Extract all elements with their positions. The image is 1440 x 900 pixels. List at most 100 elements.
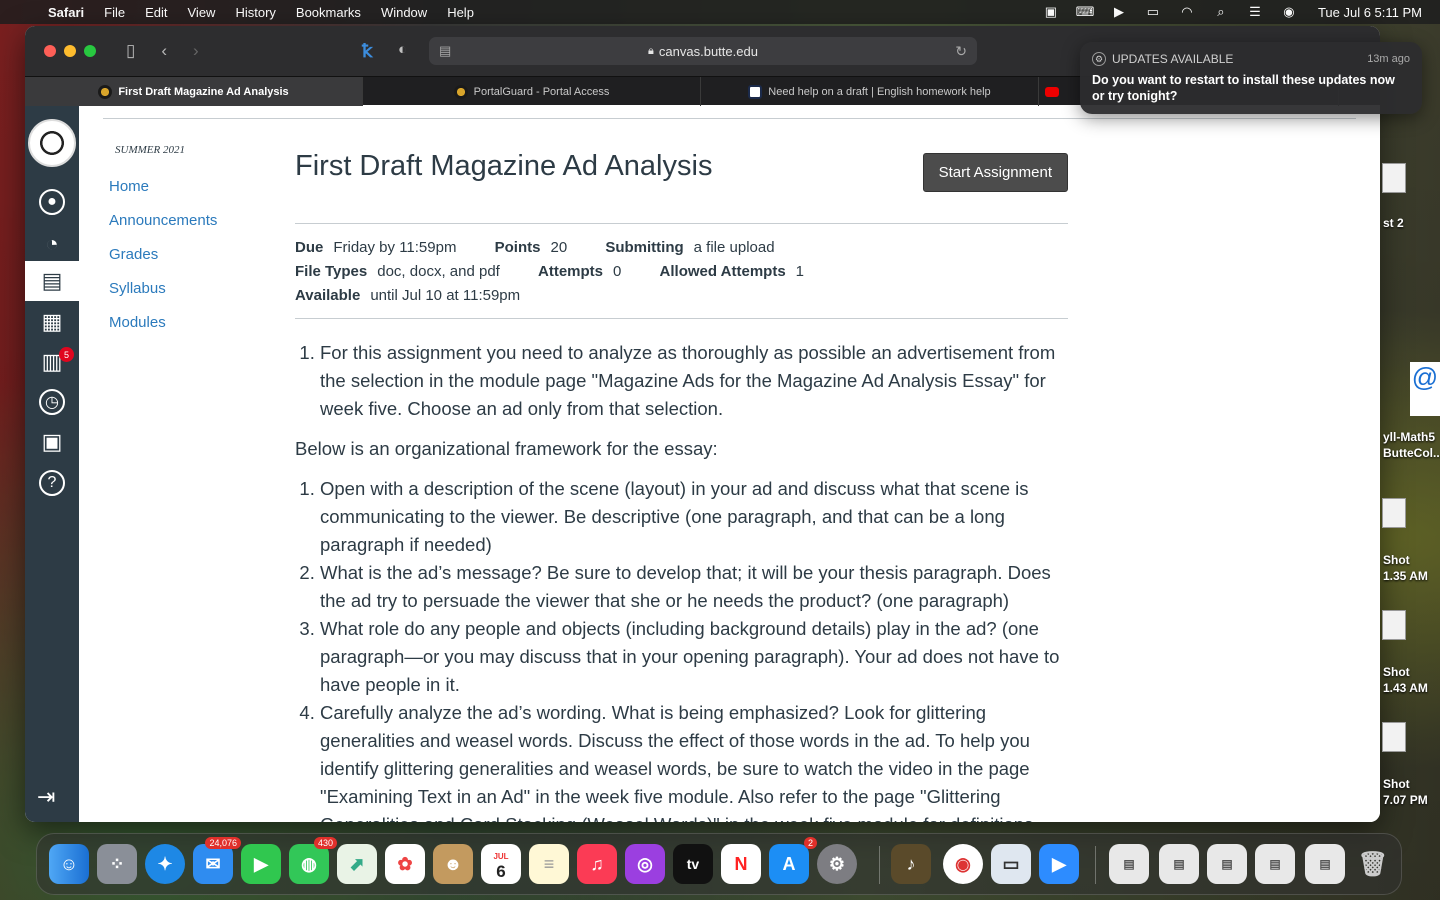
- help-nav[interactable]: ?: [25, 463, 79, 503]
- apple-tv-icon[interactable]: tv: [673, 844, 713, 884]
- course-nav-announcements[interactable]: Announcements: [109, 212, 279, 229]
- menu-window[interactable]: Window: [381, 5, 427, 20]
- assignment-content: First Draft Magazine Ad Analysis Start A…: [295, 142, 1068, 822]
- menu-view[interactable]: View: [188, 5, 216, 20]
- keyboard-icon[interactable]: ⌨: [1076, 4, 1095, 19]
- menu-bookmarks[interactable]: Bookmarks: [296, 5, 361, 20]
- chrome-icon[interactable]: ◉: [943, 844, 983, 884]
- course-nav-modules[interactable]: Modules: [109, 314, 279, 331]
- garageband-icon[interactable]: ♪: [891, 844, 931, 884]
- play-icon[interactable]: ▶: [1110, 4, 1128, 19]
- studio-nav[interactable]: ▣: [25, 422, 79, 462]
- framework-list: Open with a description of the scene (la…: [295, 475, 1068, 822]
- document-stack-icon[interactable]: ▤: [1305, 844, 1345, 884]
- preview-icon[interactable]: ▭: [991, 844, 1031, 884]
- menu-help[interactable]: Help: [447, 5, 474, 20]
- calendar-app-icon[interactable]: JUL 6: [481, 844, 521, 884]
- allowed-attempts-label: Allowed Attempts: [659, 263, 786, 280]
- calendar-nav[interactable]: ▦: [25, 302, 79, 342]
- desktop-file-icon[interactable]: [1382, 498, 1406, 528]
- desktop-file-icon[interactable]: [1382, 610, 1406, 640]
- desktop-file-icon[interactable]: [1382, 722, 1406, 752]
- menu-file[interactable]: File: [104, 5, 125, 20]
- help-icon: ?: [39, 470, 65, 496]
- dock-separator: [1095, 846, 1096, 884]
- reader-icon[interactable]: ▤: [439, 43, 451, 59]
- lock-icon: 🔒︎: [648, 44, 654, 57]
- app-store-badge: 2: [803, 837, 817, 849]
- system-preferences-icon[interactable]: ⚙: [817, 844, 857, 884]
- mail-icon[interactable]: ✉ 24,076: [193, 837, 241, 884]
- inbox-nav[interactable]: ▥ 5: [25, 342, 79, 382]
- dashboard-nav[interactable]: ◔: [25, 224, 79, 264]
- window-controls: [44, 45, 96, 57]
- wifi-icon[interactable]: ◠: [1178, 4, 1196, 19]
- zoom-icon[interactable]: ▶: [1039, 844, 1079, 884]
- desktop-label: 1.43 AM: [1383, 681, 1428, 695]
- document-stack-icon[interactable]: ▤: [1159, 844, 1199, 884]
- zoom-window-button[interactable]: [84, 45, 96, 57]
- tab-homework-help[interactable]: Need help on a draft | English homework …: [701, 77, 1039, 106]
- sidebar-toggle-icon[interactable]: ▯: [126, 41, 135, 61]
- contacts-icon[interactable]: ☻: [433, 844, 473, 884]
- document-stack-icon[interactable]: ▤: [1109, 844, 1149, 884]
- trash-icon[interactable]: 🗑︎: [1353, 844, 1393, 884]
- courses-nav[interactable]: ▤: [25, 261, 79, 301]
- menu-app-name[interactable]: Safari: [48, 5, 84, 20]
- course-nav-syllabus[interactable]: Syllabus: [109, 280, 279, 297]
- screen-record-icon[interactable]: ▣: [1042, 4, 1060, 19]
- history-nav[interactable]: ◷: [25, 382, 79, 422]
- control-center-icon[interactable]: ☰: [1246, 4, 1264, 19]
- calendar-icon: ▦: [41, 309, 63, 334]
- minimize-window-button[interactable]: [64, 45, 76, 57]
- menu-clock[interactable]: Tue Jul 6 5:11 PM: [1318, 5, 1422, 20]
- tab-portalguard[interactable]: PortalGuard - Portal Access: [363, 77, 701, 106]
- document-stack-icon[interactable]: ▤: [1255, 844, 1295, 884]
- close-window-button[interactable]: [44, 45, 56, 57]
- podcasts-icon[interactable]: ◎: [625, 844, 665, 884]
- notes-icon[interactable]: ≡: [529, 844, 569, 884]
- battery-icon[interactable]: ▭: [1144, 4, 1162, 19]
- list-item: For this assignment you need to analyze …: [320, 339, 1068, 423]
- menu-edit[interactable]: Edit: [145, 5, 167, 20]
- tab-label: Need help on a draft | English homework …: [768, 85, 991, 98]
- maps-icon[interactable]: ⬈: [337, 844, 377, 884]
- file-types-value: doc, docx, and pdf: [377, 263, 500, 280]
- desktop-file-icon[interactable]: [1382, 163, 1406, 193]
- launchpad-icon[interactable]: ⁘: [97, 844, 137, 884]
- framework-intro: Below is an organizational framework for…: [295, 438, 718, 459]
- facetime-icon[interactable]: ▶: [241, 844, 281, 884]
- account-nav[interactable]: ●: [25, 182, 79, 222]
- at-sign-icon[interactable]: @: [1410, 362, 1440, 416]
- tab-first-draft[interactable]: First Draft Magazine Ad Analysis: [25, 77, 363, 106]
- update-notification[interactable]: ⚙ UPDATES AVAILABLE 13m ago Do you want …: [1080, 42, 1422, 114]
- forward-icon[interactable]: ›: [193, 41, 199, 61]
- messages-icon[interactable]: ◍ 430: [289, 837, 337, 884]
- extension-icon[interactable]: ꝁ: [362, 41, 373, 62]
- inbox-badge: 5: [59, 347, 74, 362]
- dock-separator: [879, 846, 880, 884]
- course-nav-home[interactable]: Home: [109, 178, 279, 195]
- reload-icon[interactable]: ↻: [955, 43, 967, 60]
- document-stack-icon[interactable]: ▤: [1207, 844, 1247, 884]
- finder-icon[interactable]: ☺: [49, 844, 89, 884]
- safari-icon[interactable]: ✦: [145, 844, 185, 884]
- address-bar[interactable]: ▤ 🔒︎ canvas.butte.edu ↻: [429, 37, 977, 65]
- privacy-shield-icon[interactable]: ◐: [398, 41, 407, 58]
- collapse-nav-icon[interactable]: ⇥: [37, 784, 55, 810]
- back-icon[interactable]: ‹: [161, 41, 167, 61]
- butte-college-logo[interactable]: [28, 119, 76, 167]
- menu-history[interactable]: History: [235, 5, 275, 20]
- app-store-icon[interactable]: A2: [769, 837, 817, 884]
- spotlight-icon[interactable]: ⌕: [1212, 4, 1230, 19]
- photos-icon[interactable]: ✿: [385, 844, 425, 884]
- news-icon[interactable]: N: [721, 844, 761, 884]
- gear-icon: ⚙: [1092, 52, 1106, 66]
- music-icon[interactable]: ♫: [577, 844, 617, 884]
- course-nav-grades[interactable]: Grades: [109, 246, 279, 263]
- attempts-value: 0: [613, 263, 622, 280]
- siri-icon[interactable]: ◉: [1280, 4, 1298, 19]
- notification-message: Do you want to restart to install these …: [1092, 73, 1395, 103]
- notification-title: UPDATES AVAILABLE: [1112, 52, 1234, 66]
- start-assignment-button[interactable]: Start Assignment: [922, 153, 1068, 192]
